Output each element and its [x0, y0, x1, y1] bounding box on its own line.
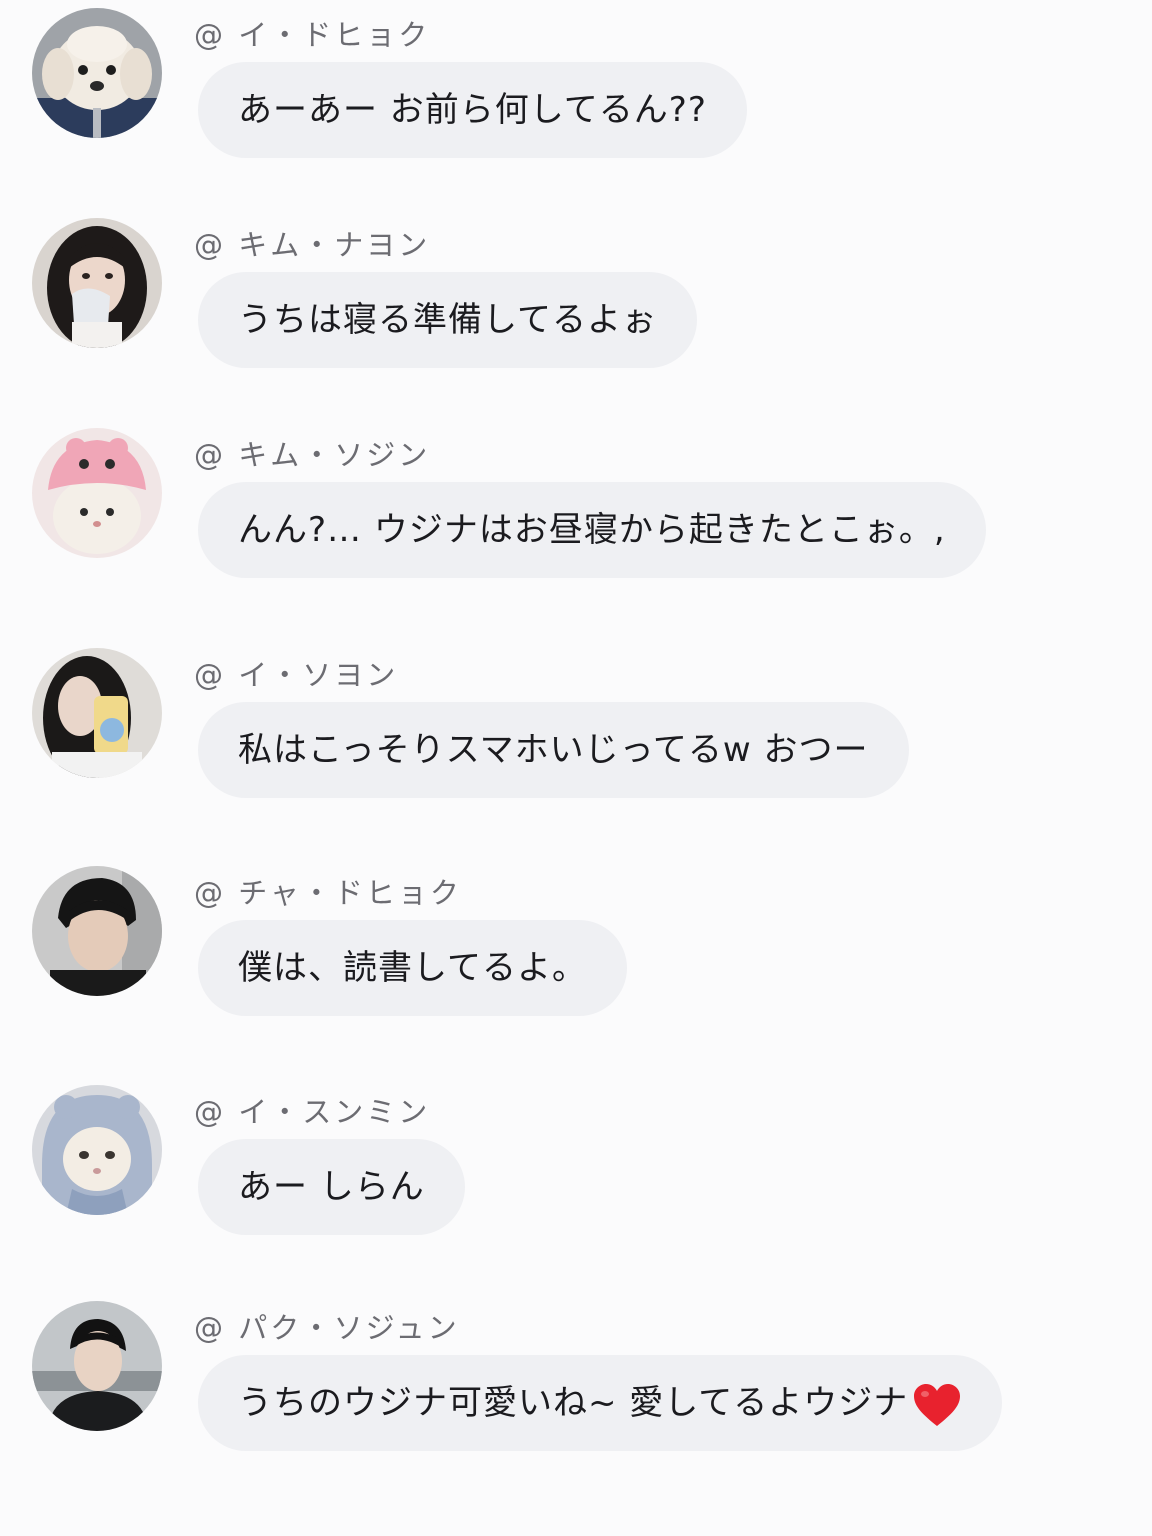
sender-name: @ イ・ドヒョク: [194, 18, 431, 52]
boy-hoodie-avatar-icon[interactable]: [32, 1301, 162, 1431]
message-bubble[interactable]: うちは寝る準備してるよぉ: [198, 272, 697, 368]
sender-name: @ パク・ソジュン: [194, 1311, 460, 1345]
puppy-plush-avatar-icon[interactable]: [32, 8, 162, 138]
cat-pink-hat-avatar-icon[interactable]: [32, 428, 162, 558]
sender-name: @ チャ・ドヒョク: [194, 876, 462, 910]
chat-message: @ キム・ナヨン うちは寝る準備してるよぉ: [0, 210, 1152, 380]
chat-message: @ チャ・ドヒョク 僕は、読書してるよ。: [0, 858, 1152, 1028]
girl-portrait-avatar-icon[interactable]: [32, 218, 162, 348]
message-bubble[interactable]: 僕は、読書してるよ。: [198, 920, 627, 1016]
sender-name: @ キム・ソジン: [194, 438, 431, 472]
sender-name: @ イ・スンミン: [194, 1095, 431, 1129]
message-bubble[interactable]: 私はこっそりスマホいじってるw おつー: [198, 702, 909, 798]
sender-name: @ キム・ナヨン: [194, 228, 431, 262]
red-heart-icon: [912, 1382, 962, 1428]
sender-name: @ イ・ソヨン: [194, 658, 399, 692]
chat-message: @ キム・ソジン んん?… ウジナはお昼寝から起きたとこぉ。,: [0, 420, 1152, 590]
cat-blue-hood-avatar-icon[interactable]: [32, 1085, 162, 1215]
chat-message: @ パク・ソジュン うちのウジナ可愛いね~ 愛してるよウジナ: [0, 1293, 1152, 1463]
message-bubble[interactable]: んん?… ウジナはお昼寝から起きたとこぉ。,: [198, 482, 986, 578]
girl-phone-selfie-avatar-icon[interactable]: [32, 648, 162, 778]
message-text: うちのウジナ可愛いね~ 愛してるよウジナ: [238, 1383, 909, 1423]
boy-portrait-avatar-icon[interactable]: [32, 866, 162, 996]
chat-message: @ イ・ドヒョク あーあー お前ら何してるん??: [0, 0, 1152, 170]
chat-message: @ イ・ソヨン 私はこっそりスマホいじってるw おつー: [0, 640, 1152, 810]
message-bubble[interactable]: うちのウジナ可愛いね~ 愛してるよウジナ: [198, 1355, 1003, 1451]
chat-thread: @ イ・ドヒョク あーあー お前ら何してるん?? @ キム・ナヨン うちは寝る準…: [0, 0, 1152, 1536]
message-bubble[interactable]: あーあー お前ら何してるん??: [198, 62, 747, 158]
message-bubble[interactable]: あー しらん: [198, 1139, 465, 1235]
chat-message: @ イ・スンミン あー しらん: [0, 1077, 1152, 1247]
